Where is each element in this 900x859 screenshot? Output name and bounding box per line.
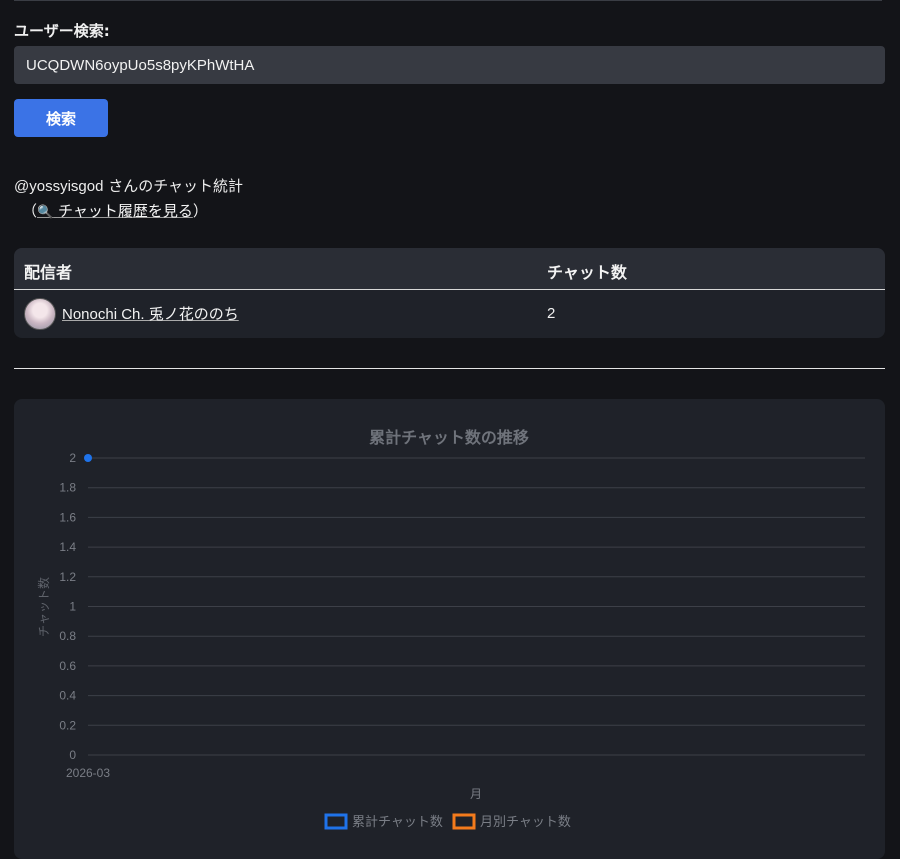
streamer-link[interactable]: Nonochi Ch. 兎ノ花ののち [62,303,239,324]
user-handle: @yossyisgod [14,178,104,195]
y-tick-label: 0.4 [59,689,76,703]
legend-swatch [324,813,348,830]
y-tick-label: 1.4 [59,540,76,554]
legend-swatch [452,813,476,830]
y-tick-label: 1.2 [59,570,76,584]
chat-count-cell: 2 [547,305,556,322]
y-tick-label: 1 [69,600,76,614]
chat-history-link-label: チャット履歴を見る [57,202,193,220]
legend-label: 累計チャット数 [352,814,443,830]
legend-label: 月別チャット数 [480,815,571,830]
x-axis-title: 月 [470,787,482,801]
avatar [24,298,56,330]
user-search-input[interactable] [14,46,885,84]
x-tick-label: 2026-03 [66,766,110,780]
y-tick-label: 0.6 [59,659,76,673]
y-tick-label: 0.2 [59,718,76,732]
y-tick-label: 0.8 [59,629,76,643]
y-tick-label: 1.6 [59,510,76,524]
table-header: 配信者 チャット数 [14,248,885,290]
header-chat-count: チャット数 [547,263,627,282]
y-tick-label: 0 [69,748,76,762]
table-row: Nonochi Ch. 兎ノ花ののち 2 [14,290,885,338]
chart-card: 累計チャット数の推移 0 0.2 0.4 0.6 0.8 1 1.2 1.4 1.6 1.8 2 チャッ… [14,399,885,859]
y-axis-title: チャット数 [36,577,51,637]
header-streamer: 配信者 [24,263,73,282]
y-tick-label: 2 [69,451,76,465]
data-point [84,454,92,462]
cumulative-chat-chart: 累計チャット数の推移 0 0.2 0.4 0.6 0.8 1 1.2 1.4 1.6 1.8 2 チャッ… [36,428,865,830]
top-border [14,0,882,1]
stats-title: @yossyisgod さんのチャット統計 [14,175,243,196]
search-button[interactable]: 検索 [14,99,108,137]
history-line: （🔍 チャット履歴を見る） [22,200,208,221]
paren-open: （ [22,202,38,220]
streamer-table: 配信者 チャット数 Nonochi Ch. 兎ノ花ののち 2 [14,248,885,338]
magnifier-icon: 🔍 [37,205,54,220]
chart-title: 累計チャット数の推移 [369,428,529,447]
paren-close: ） [192,202,208,220]
section-divider [14,368,885,369]
y-tick-label: 1.8 [59,481,76,495]
stats-title-suffix: さんのチャット統計 [103,177,244,195]
user-search-label: ユーザー検索: [14,22,110,40]
chat-history-link[interactable]: 🔍 チャット履歴を見る [37,202,193,220]
